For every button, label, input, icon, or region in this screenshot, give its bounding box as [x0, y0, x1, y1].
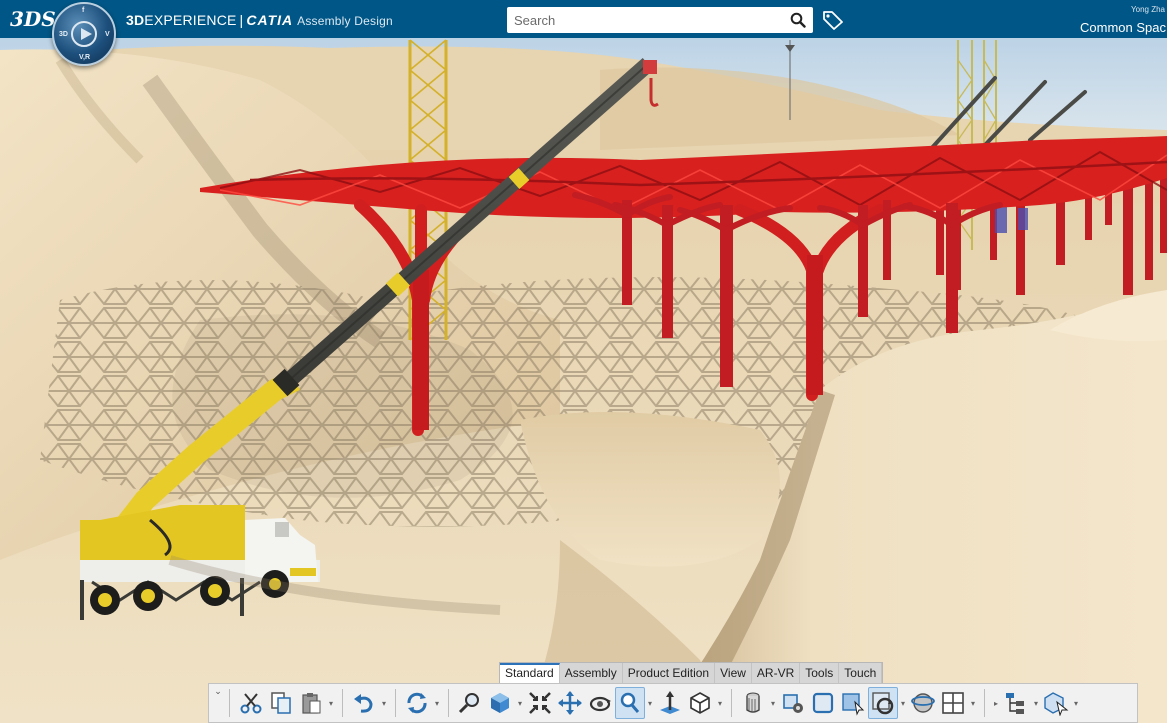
shading-icon [746, 692, 760, 713]
search-box [507, 7, 813, 33]
user-name[interactable]: Yong Zha [1131, 5, 1165, 14]
render-style-icon [911, 693, 935, 713]
viewpoint-icon [842, 693, 865, 716]
tab-touch[interactable]: Touch [839, 663, 883, 683]
toolbar-divider [731, 689, 732, 717]
toolbar-divider [448, 689, 449, 717]
rotate-icon [589, 696, 611, 712]
shading-dropdown-icon[interactable]: ▾ [768, 687, 778, 719]
collab-space-name[interactable]: Common Spac [1080, 20, 1166, 35]
undo-button[interactable] [349, 687, 379, 719]
action-bar: ⌄ ▾ ▾ ▾ ▾ ▾ ▾ ▾ ▾ ▾ ▸ ▾ ▾ [208, 683, 1138, 723]
tab-assembly[interactable]: Assembly [560, 663, 623, 683]
hide-show-icon [812, 692, 834, 714]
section-tabs: Standard Assembly Product Edition View A… [499, 662, 884, 683]
tree-icon [1006, 693, 1024, 714]
paste-icon [302, 693, 321, 714]
layout-icon [942, 692, 964, 714]
shading-button[interactable] [738, 687, 768, 719]
brand-rest: EXPERIENCE [144, 12, 237, 28]
update-button[interactable] [402, 687, 432, 719]
pan-button[interactable] [555, 687, 585, 719]
top-bar: 3DS 3DEXPERIENCE|CATIAAssembly Design Yo… [0, 0, 1167, 38]
compass-top-label[interactable]: f [82, 7, 84, 14]
toolbar-divider [984, 689, 985, 717]
tree-button[interactable] [1001, 687, 1031, 719]
undo-dropdown-icon[interactable]: ▾ [379, 687, 389, 719]
viewpoint-button[interactable] [838, 687, 868, 719]
ambient-button[interactable] [868, 687, 898, 719]
3d-viewport[interactable] [0, 38, 1167, 723]
view-cube-icon [491, 693, 509, 713]
zoom-dropdown-icon[interactable]: ▾ [645, 687, 655, 719]
toolbar-divider [395, 689, 396, 717]
tab-product-edition[interactable]: Product Edition [623, 663, 716, 683]
pan-icon [558, 691, 582, 715]
rotate-button[interactable] [585, 687, 615, 719]
3ds-logo[interactable]: 3DS [10, 6, 56, 32]
zoom-icon [620, 692, 640, 713]
search-input[interactable] [507, 7, 777, 33]
compass-widget[interactable]: f 3D V V,R [52, 2, 116, 66]
title-separator: | [239, 12, 244, 28]
select-icon [1044, 692, 1069, 716]
search-icon[interactable] [790, 12, 806, 28]
layout-dropdown-icon[interactable]: ▾ [968, 687, 978, 719]
ambient-dropdown-icon[interactable]: ▾ [898, 687, 908, 719]
toolbar-divider [229, 689, 230, 717]
app-name: CATIA [246, 12, 294, 28]
toolbar-divider [342, 689, 343, 717]
layout-button[interactable] [938, 687, 968, 719]
compass-right-label[interactable]: V [105, 31, 110, 38]
undo-icon [354, 694, 373, 713]
normal-view-icon [660, 691, 680, 714]
catia-window: 3DS 3DEXPERIENCE|CATIAAssembly Design Yo… [0, 0, 1167, 723]
zoom-button[interactable] [615, 687, 645, 719]
tab-ar-vr[interactable]: AR-VR [752, 663, 801, 683]
render-icon [783, 694, 803, 713]
select-button[interactable] [1041, 687, 1071, 719]
compass-bottom-label[interactable]: V,R [79, 54, 90, 61]
fit-all-button[interactable] [525, 687, 555, 719]
app-title: 3DEXPERIENCE | CATIA Assembly Design [126, 12, 393, 28]
ambient-icon [872, 692, 894, 715]
zoom-area-button[interactable] [455, 687, 485, 719]
view-dropdown-icon[interactable]: ▾ [515, 687, 525, 719]
paste-dropdown-icon[interactable]: ▾ [326, 687, 336, 719]
isometric-view-icon [690, 692, 710, 714]
brand-bold: 3D [126, 12, 145, 28]
paste-button[interactable] [296, 687, 326, 719]
tree-dropdown-icon[interactable]: ▾ [1031, 687, 1041, 719]
view-cube-button[interactable] [485, 687, 515, 719]
collapse-arrow-icon[interactable]: ▸ [991, 687, 1001, 719]
render-button[interactable] [778, 687, 808, 719]
normal-view-button[interactable] [655, 687, 685, 719]
zoom-area-icon [458, 693, 479, 714]
copy-icon [271, 692, 291, 714]
hide-show-button[interactable] [808, 687, 838, 719]
fit-all-icon [529, 692, 551, 714]
cut-icon [240, 693, 262, 714]
action-bar-expand-icon[interactable]: ⌄ [213, 684, 223, 722]
scene-render[interactable] [0, 38, 1167, 723]
compass-left-label[interactable]: 3D [59, 31, 68, 38]
tab-tools[interactable]: Tools [800, 663, 840, 683]
iso-dropdown-icon[interactable]: ▾ [715, 687, 725, 719]
update-dropdown-icon[interactable]: ▾ [432, 687, 442, 719]
cut-button[interactable] [236, 687, 266, 719]
tab-standard[interactable]: Standard [500, 663, 560, 683]
play-icon[interactable] [71, 21, 97, 47]
select-dropdown-icon[interactable]: ▾ [1071, 687, 1081, 719]
tab-view[interactable]: View [715, 663, 752, 683]
update-icon [407, 692, 427, 714]
app-module: Assembly Design [297, 14, 393, 28]
tag-icon[interactable] [822, 10, 844, 30]
isometric-view-button[interactable] [685, 687, 715, 719]
render-style-button[interactable] [908, 687, 938, 719]
copy-button[interactable] [266, 687, 296, 719]
